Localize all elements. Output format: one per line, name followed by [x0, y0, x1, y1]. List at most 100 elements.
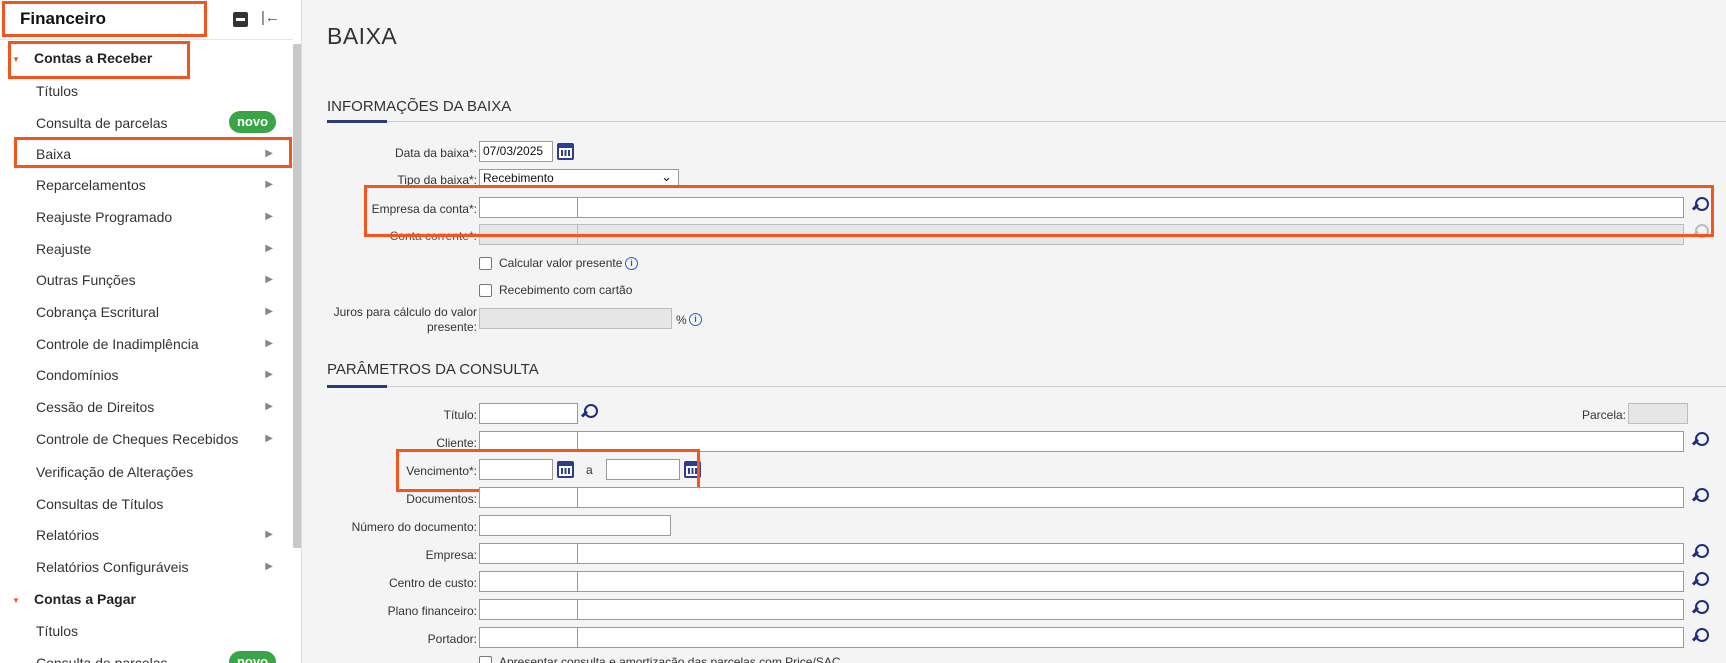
- sidebar: Financeiro |← ▼ Contas a Receber Títulos …: [0, 0, 302, 663]
- tipo-baixa-value: Recebimento: [483, 171, 554, 185]
- section-divider: [327, 121, 1726, 122]
- minimize-icon[interactable]: [233, 12, 248, 27]
- sidebar-item-reajuste-programado[interactable]: Reajuste Programado ▶: [36, 203, 291, 231]
- price-sac-label: Apresentar consulta e amortização das pa…: [499, 655, 841, 663]
- caret-down-icon: ▼: [12, 55, 20, 64]
- sidebar-item-label: Reajuste Programado: [36, 209, 173, 225]
- vencimento-end-input[interactable]: [606, 459, 680, 480]
- sidebar-item-label: Baixa: [36, 146, 72, 162]
- portador-name-input[interactable]: [577, 627, 1684, 648]
- empresa-conta-code-input[interactable]: [479, 197, 578, 218]
- chevron-right-icon: ▶: [265, 338, 273, 349]
- juros-input[interactable]: [479, 308, 672, 329]
- sidebar-item-outras-funcoes[interactable]: Outras Funções ▶: [36, 266, 291, 294]
- chevron-right-icon: ▶: [265, 529, 273, 540]
- conta-corrente-name-input[interactable]: [577, 224, 1684, 245]
- sidebar-item-label: Relatórios Configuráveis: [36, 559, 189, 575]
- sidebar-item-titulos[interactable]: Títulos: [36, 77, 291, 105]
- calcular-valor-presente-checkbox[interactable]: [479, 257, 492, 270]
- novo-badge: novo: [229, 651, 276, 663]
- sidebar-item-titulos-pagar[interactable]: Títulos: [36, 617, 291, 645]
- search-icon[interactable]: [1691, 600, 1709, 618]
- sidebar-header: Financeiro |←: [0, 0, 293, 40]
- sidebar-item-reajuste[interactable]: Reajuste ▶: [36, 235, 291, 263]
- centro-custo-label: Centro de custo:: [388, 576, 477, 590]
- info-icon[interactable]: i: [689, 313, 702, 326]
- empresa-code-input[interactable]: [479, 543, 578, 564]
- parcela-input[interactable]: [1628, 403, 1688, 424]
- sidebar-item-label: Consulta de parcelas: [36, 655, 168, 663]
- chevron-right-icon: ▶: [265, 274, 273, 285]
- sidebar-item-label: Consultas de Títulos: [36, 496, 164, 512]
- titulo-input[interactable]: [479, 403, 578, 424]
- sidebar-item-reparcelamentos[interactable]: Reparcelamentos ▶: [36, 171, 291, 199]
- price-sac-checkbox[interactable]: [479, 656, 492, 663]
- empresa-name-input[interactable]: [577, 543, 1684, 564]
- section-divider: [327, 386, 1726, 387]
- numero-documento-input[interactable]: [479, 515, 671, 536]
- sidebar-item-label: Reajuste: [36, 241, 92, 257]
- section-accent: [327, 120, 387, 123]
- cliente-label: Cliente:: [436, 436, 477, 450]
- collapse-sidebar-icon[interactable]: |←: [261, 9, 280, 26]
- search-icon[interactable]: [1691, 628, 1709, 646]
- sidebar-item-condominios[interactable]: Condomínios ▶: [36, 361, 291, 389]
- sidebar-item-label: Reparcelamentos: [36, 177, 146, 193]
- data-baixa-input[interactable]: 07/03/2025: [479, 141, 553, 162]
- search-icon[interactable]: [1691, 224, 1709, 242]
- sidebar-scrollbar[interactable]: [293, 44, 301, 548]
- sidebar-item-verificacao-alteracoes[interactable]: Verificação de Alterações: [36, 458, 291, 486]
- search-icon[interactable]: [1691, 432, 1709, 450]
- search-icon[interactable]: [1691, 488, 1709, 506]
- calendar-icon[interactable]: [684, 461, 701, 478]
- sidebar-item-relatorios-configuraveis[interactable]: Relatórios Configuráveis ▶: [36, 553, 291, 581]
- chevron-right-icon: ▶: [265, 179, 273, 190]
- sidebar-item-controle-cheques[interactable]: Controle de Cheques Recebidos ▶: [36, 425, 291, 453]
- sidebar-item-relatorios[interactable]: Relatórios ▶: [36, 521, 291, 549]
- chevron-right-icon: ▶: [265, 561, 273, 572]
- cliente-name-input[interactable]: [577, 431, 1684, 452]
- centro-custo-name-input[interactable]: [577, 571, 1684, 592]
- data-baixa-label: Data da baixa*:: [394, 146, 477, 160]
- vencimento-start-input[interactable]: [479, 459, 553, 480]
- centro-custo-code-input[interactable]: [479, 571, 578, 592]
- vencimento-label: Vencimento*:: [406, 464, 477, 478]
- chevron-down-icon: ⌄: [661, 169, 672, 184]
- conta-corrente-code-input[interactable]: [479, 224, 578, 245]
- sidebar-item-cessao-direitos[interactable]: Cessão de Direitos ▶: [36, 393, 291, 421]
- empresa-conta-label: Empresa da conta*:: [371, 202, 477, 216]
- percent-label: %: [676, 313, 687, 327]
- plano-financeiro-label: Plano financeiro:: [387, 604, 477, 618]
- documentos-name-input[interactable]: [577, 487, 1684, 508]
- search-icon[interactable]: [1691, 197, 1709, 215]
- sidebar-item-consultas-titulos[interactable]: Consultas de Títulos: [36, 490, 291, 518]
- info-icon[interactable]: i: [625, 257, 638, 270]
- calendar-icon[interactable]: [557, 461, 574, 478]
- cliente-code-input[interactable]: [479, 431, 578, 452]
- group-contas-a-receber[interactable]: ▼ Contas a Receber: [12, 44, 282, 72]
- sidebar-item-label: Verificação de Alterações: [36, 464, 194, 480]
- recebimento-cartao-label: Recebimento com cartão: [499, 283, 633, 297]
- search-icon[interactable]: [1691, 572, 1709, 590]
- conta-corrente-label: Conta corrente*:: [389, 229, 477, 243]
- search-icon[interactable]: [1691, 544, 1709, 562]
- plano-financeiro-name-input[interactable]: [577, 599, 1684, 620]
- recebimento-cartao-checkbox[interactable]: [479, 284, 492, 297]
- novo-badge: novo: [229, 111, 276, 133]
- search-icon[interactable]: [580, 404, 598, 422]
- sidebar-item-controle-inadimplencia[interactable]: Controle de Inadimplência ▶: [36, 330, 291, 358]
- group-contas-a-pagar[interactable]: ▼ Contas a Pagar: [12, 585, 282, 613]
- calendar-icon[interactable]: [557, 143, 574, 160]
- sidebar-item-baixa[interactable]: Baixa ▶: [36, 140, 291, 168]
- portador-label: Portador:: [427, 632, 477, 646]
- section-title-informacoes: INFORMAÇÕES DA BAIXA: [327, 98, 512, 115]
- plano-financeiro-code-input[interactable]: [479, 599, 578, 620]
- documentos-code-input[interactable]: [479, 487, 578, 508]
- empresa-conta-name-input[interactable]: [577, 197, 1684, 218]
- sidebar-item-cobranca-escritural[interactable]: Cobrança Escritural ▶: [36, 298, 291, 326]
- vencimento-separator: a: [586, 463, 593, 477]
- titulo-label: Título:: [443, 408, 477, 422]
- portador-code-input[interactable]: [479, 627, 578, 648]
- parcela-label: Parcela:: [1581, 408, 1626, 422]
- tipo-baixa-select[interactable]: Recebimento ⌄: [479, 169, 679, 188]
